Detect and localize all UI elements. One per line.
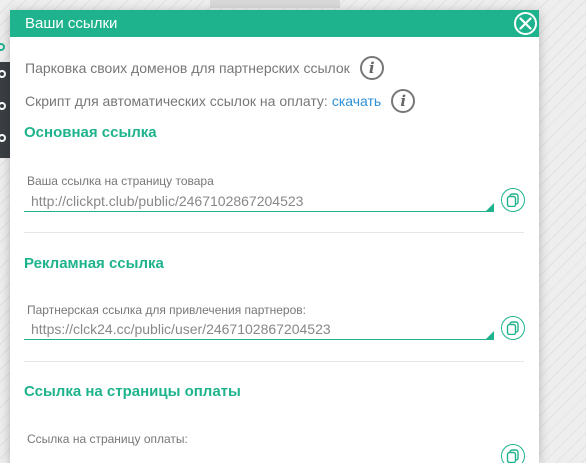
- copy-partner-link-button[interactable]: [501, 316, 525, 340]
- section-divider: [24, 232, 524, 233]
- section-title-main-link: Основная ссылка: [24, 124, 157, 141]
- copy-icon: [506, 193, 519, 207]
- info-icon[interactable]: i: [359, 56, 384, 80]
- close-button[interactable]: [514, 12, 537, 35]
- sidebar-indicator-dot: [0, 43, 5, 51]
- partner-link-input[interactable]: https://clck24.cc/public/user/2467102867…: [31, 321, 331, 337]
- section-title-ad-link: Рекламная ссылка: [24, 255, 164, 272]
- download-script-link[interactable]: скачать: [332, 93, 381, 109]
- copy-icon: [506, 449, 519, 463]
- field-underline: [24, 339, 494, 340]
- copy-payment-link-button[interactable]: [501, 444, 525, 463]
- links-modal: Ваши ссылки Парковка своих доменов для п…: [10, 10, 539, 463]
- parking-text: Парковка своих доменов для партнерских с…: [25, 60, 350, 76]
- script-info-row: Скрипт для автоматических ссылок на опла…: [25, 89, 416, 113]
- modal-title: Ваши ссылки: [25, 15, 118, 32]
- background-top-bar: [210, 0, 340, 8]
- sidebar-dot-icon: [0, 134, 6, 142]
- copy-icon: [506, 321, 519, 335]
- field-label-product-link: Ваша ссылка на страницу товара: [27, 174, 214, 188]
- close-icon: [519, 17, 532, 30]
- modal-header: Ваши ссылки: [10, 10, 539, 37]
- section-title-payment-link: Ссылка на страницы оплаты: [24, 383, 241, 400]
- field-resize-corner: [486, 331, 494, 339]
- field-label-payment-link: Ссылка на страницу оплаты:: [27, 432, 188, 446]
- field-label-partner-link: Партнерская ссылка для привлечения партн…: [27, 303, 306, 317]
- copy-product-link-button[interactable]: [501, 188, 525, 212]
- field-underline: [24, 211, 494, 212]
- sidebar-dot-icon: [0, 70, 6, 78]
- field-resize-corner: [486, 203, 494, 211]
- script-text: Скрипт для автоматических ссылок на опла…: [25, 93, 328, 109]
- product-link-input[interactable]: http://clickpt.club/public/2467102867204…: [31, 193, 303, 209]
- info-icon[interactable]: i: [391, 89, 416, 113]
- sidebar-gear-icon: [0, 102, 6, 110]
- background-sidebar-strip: [0, 62, 10, 158]
- parking-info-row: Парковка своих доменов для партнерских с…: [25, 56, 384, 80]
- section-divider: [24, 361, 524, 362]
